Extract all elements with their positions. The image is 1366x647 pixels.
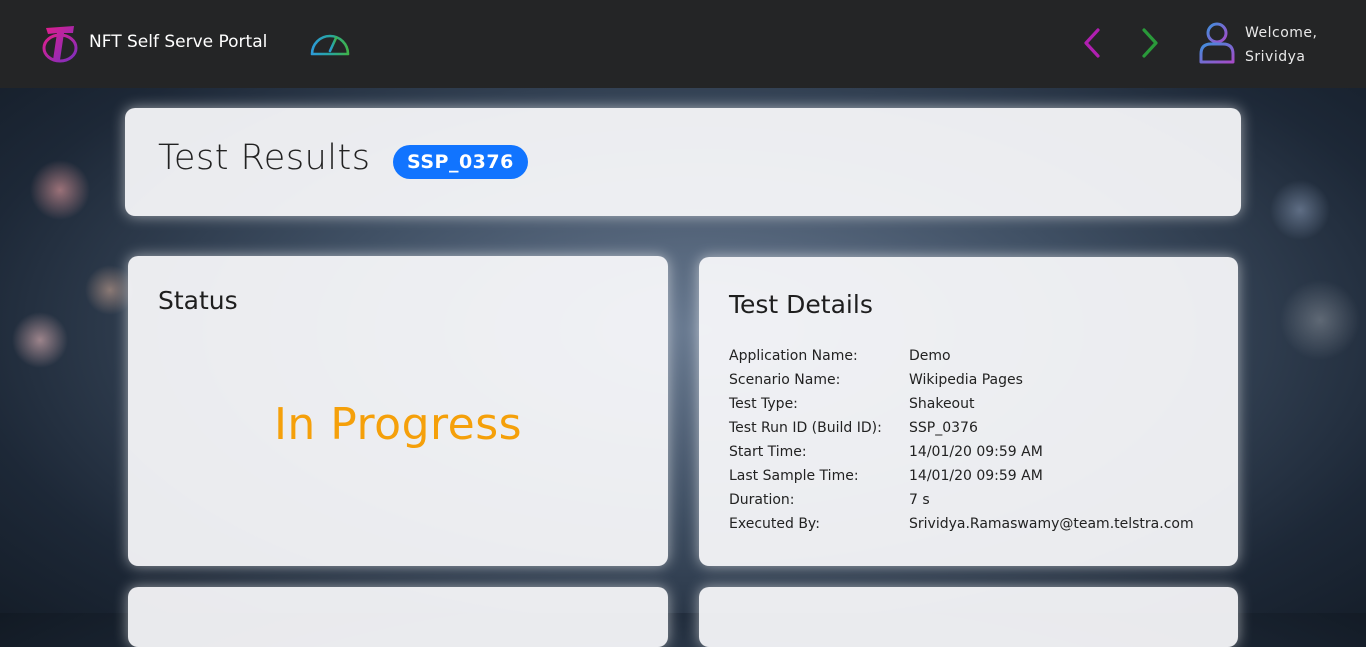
detail-label: Last Sample Time: xyxy=(729,468,859,484)
top-navigation-bar: NFT Self Serve Portal Welcome, Srividya xyxy=(0,0,1366,88)
detail-label: Scenario Name: xyxy=(729,372,841,388)
user-name: Srividya xyxy=(1245,49,1306,65)
bottom-left-card xyxy=(128,587,668,647)
run-id-badge: SSP_0376 xyxy=(393,145,528,179)
status-value: In Progress xyxy=(273,399,523,450)
speedometer-icon[interactable] xyxy=(308,26,352,60)
detail-row-executed-by: Executed By: Srividya.Ramaswamy@team.tel… xyxy=(729,512,1194,536)
user-icon[interactable] xyxy=(1198,20,1236,66)
app-title: NFT Self Serve Portal xyxy=(89,32,268,52)
detail-value: Demo xyxy=(909,348,951,364)
page-title: Test Results xyxy=(158,138,371,178)
detail-value: 14/01/20 09:59 AM xyxy=(909,468,1043,484)
welcome-label: Welcome, xyxy=(1245,25,1318,41)
test-details-card: Test Details Application Name: Demo Scen… xyxy=(699,257,1238,566)
detail-label: Duration: xyxy=(729,492,795,508)
detail-label: Executed By: xyxy=(729,516,820,532)
detail-label: Test Type: xyxy=(729,396,798,412)
status-card: Status In Progress xyxy=(128,256,668,566)
page-header-card: Test Results SSP_0376 xyxy=(125,108,1241,216)
detail-label: Start Time: xyxy=(729,444,807,460)
detail-row-test-run-id: Test Run ID (Build ID): SSP_0376 xyxy=(729,416,1194,440)
bottom-right-card xyxy=(699,587,1238,647)
detail-value: Srividya.Ramaswamy@team.telstra.com xyxy=(909,516,1194,532)
telstra-logo-icon[interactable] xyxy=(40,22,80,64)
detail-value: 14/01/20 09:59 AM xyxy=(909,444,1043,460)
chevron-left-icon[interactable] xyxy=(1078,26,1106,60)
detail-value: Shakeout xyxy=(909,396,975,412)
test-details-table: Application Name: Demo Scenario Name: Wi… xyxy=(729,344,1194,536)
chevron-right-icon[interactable] xyxy=(1136,26,1164,60)
detail-value: SSP_0376 xyxy=(909,420,978,436)
detail-row-duration: Duration: 7 s xyxy=(729,488,1194,512)
detail-label: Application Name: xyxy=(729,348,858,364)
detail-row-test-type: Test Type: Shakeout xyxy=(729,392,1194,416)
detail-value: Wikipedia Pages xyxy=(909,372,1023,388)
detail-row-last-sample-time: Last Sample Time: 14/01/20 09:59 AM xyxy=(729,464,1194,488)
welcome-message: Welcome, Srividya xyxy=(1245,21,1318,69)
detail-label: Test Run ID (Build ID): xyxy=(729,420,882,436)
detail-value: 7 s xyxy=(909,492,930,508)
detail-row-scenario-name: Scenario Name: Wikipedia Pages xyxy=(729,368,1194,392)
detail-row-start-time: Start Time: 14/01/20 09:59 AM xyxy=(729,440,1194,464)
detail-row-application-name: Application Name: Demo xyxy=(729,344,1194,368)
status-heading: Status xyxy=(158,286,238,315)
test-details-heading: Test Details xyxy=(729,290,873,319)
